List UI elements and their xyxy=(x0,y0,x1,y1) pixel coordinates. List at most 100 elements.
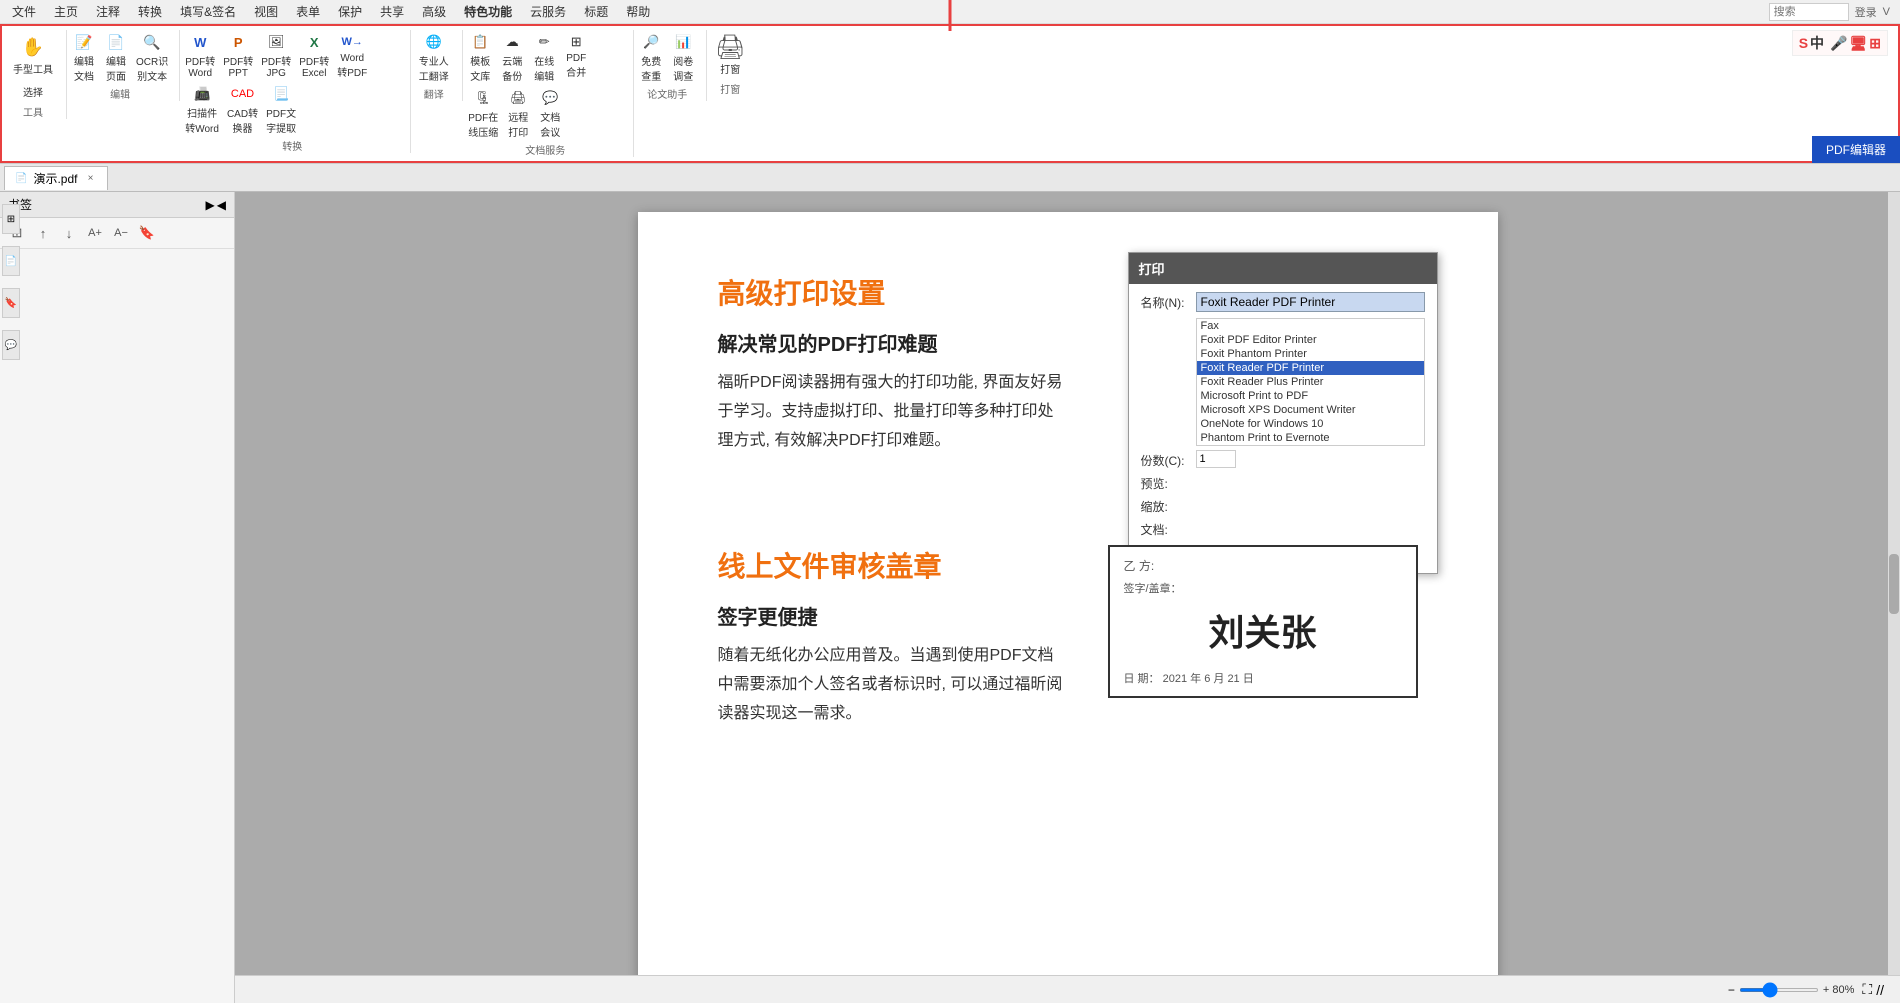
top-right-controls: S 中 🎤 🖥 ⊞ xyxy=(1792,30,1888,56)
menu-help[interactable]: 帮助 xyxy=(618,1,658,22)
online-edit-btn[interactable]: ✏ 在线 编辑 xyxy=(529,30,559,84)
scrollbar-thumb[interactable] xyxy=(1889,554,1899,614)
sidebar-icon-1[interactable]: ⊞ xyxy=(2,204,20,234)
pdf-to-ppt-btn[interactable]: P PDF转 PPT xyxy=(220,30,256,80)
pdf-to-jpg-icon: 🖼 xyxy=(265,31,287,53)
search-input[interactable] xyxy=(1769,3,1849,21)
sogou-s: S xyxy=(1799,35,1808,51)
menu-view[interactable]: 视图 xyxy=(246,1,286,22)
printer-foxit-reader[interactable]: Foxit Reader PDF Printer xyxy=(1197,361,1424,375)
cloud-backup-btn[interactable]: ☁ 云端 备份 xyxy=(497,30,527,84)
pdf-compress-btn[interactable]: 🗜 PDF在 线压缩 xyxy=(465,86,501,140)
sogou-area: S 中 🎤 🖥 ⊞ xyxy=(1792,30,1888,56)
bookmark-down-btn[interactable]: ↓ xyxy=(58,222,80,244)
menu-protect[interactable]: 保护 xyxy=(330,1,370,22)
doc-meeting-btn[interactable]: 💬 文档 会议 xyxy=(535,86,565,140)
printer-foxit-phantom[interactable]: Foxit Phantom Printer xyxy=(1197,347,1424,361)
word-to-pdf-btn[interactable]: W→ Word 转PDF xyxy=(334,30,370,80)
section2-title: 线上文件审核盖章 xyxy=(718,545,1068,585)
check-icon: 🔎 xyxy=(640,31,662,53)
pdf-to-jpg-btn[interactable]: 🖼 PDF转 JPG xyxy=(258,30,294,80)
doc-tab-close[interactable]: × xyxy=(83,171,97,185)
pdf-scrollbar[interactable] xyxy=(1888,192,1900,975)
free-check-btn[interactable]: 🔎 免费 查重 xyxy=(636,30,666,84)
pdf-to-word-btn[interactable]: W PDF转 Word xyxy=(182,30,218,80)
doc-tab-active[interactable]: 📄 演示.pdf × xyxy=(4,166,108,190)
printer-foxit-editor[interactable]: Foxit PDF Editor Printer xyxy=(1197,333,1424,347)
panel-expand-btn[interactable]: ▶ xyxy=(206,198,215,212)
copies-input[interactable] xyxy=(1196,450,1236,468)
fullscreen-btn[interactable]: ⛶ xyxy=(1862,981,1872,998)
sig-box-visual: 乙 方: 签字/盖章： 刘关张 日 期： 2021 年 6 月 21 日 xyxy=(1108,545,1418,768)
pdf-page: 高级打印设置 解决常见的PDF打印难题 福昕PDF阅读器拥有强大的打印功能, 界… xyxy=(638,212,1498,1003)
pdf-editor-button[interactable]: PDF编辑器 xyxy=(1812,136,1900,163)
print-name-value[interactable]: Foxit Reader PDF Printer xyxy=(1196,292,1425,312)
zoom-value: + 80% xyxy=(1823,984,1855,996)
menu-share[interactable]: 共享 xyxy=(372,1,412,22)
section1-body: 福昕PDF阅读器拥有强大的打印功能, 界面友好易于学习。支持虚拟打印、批量打印等… xyxy=(718,369,1068,455)
ribbon-group-convert: W PDF转 Word P PDF转 PPT 🖼 PDF转 JPG X PDF转… xyxy=(182,30,411,153)
signature-box: 乙 方: 签字/盖章： 刘关张 日 期： 2021 年 6 月 21 日 xyxy=(1108,545,1418,698)
grid-icon[interactable]: ⊞ xyxy=(1869,35,1881,52)
print-preview-row: 预览: xyxy=(1141,473,1425,492)
menu-title[interactable]: 标题 xyxy=(576,1,616,22)
zoom-minus-btn[interactable]: − xyxy=(1728,983,1735,997)
panel-close-btn[interactable]: ◀ xyxy=(217,198,226,212)
cad-to-pdf-btn[interactable]: CAD CAD转 换器 xyxy=(224,82,261,136)
edit-doc-btn[interactable]: 📝 编辑 文档 xyxy=(69,30,99,84)
read-survey-btn[interactable]: 📊 阅卷 调查 xyxy=(668,30,698,84)
bookmark-font-down-btn[interactable]: A− xyxy=(110,222,132,244)
pdf-merge-btn[interactable]: ⊞ PDF 合并 xyxy=(561,30,591,84)
menu-advanced[interactable]: 高级 xyxy=(414,1,454,22)
sidebar-icon-2[interactable]: 📄 xyxy=(2,246,20,276)
ocr-icon: 🔍 xyxy=(141,31,163,53)
print-doc-row: 文档: xyxy=(1141,519,1425,538)
mic-icon[interactable]: 🎤 xyxy=(1830,35,1847,52)
menu-special[interactable]: 特色功能 xyxy=(456,1,520,22)
menu-cloud[interactable]: 云服务 xyxy=(522,1,574,22)
select-tool-btn[interactable]: 选择 xyxy=(8,81,58,102)
printer-onenote[interactable]: OneNote for Windows 10 xyxy=(1197,417,1424,431)
translate-icon: 🌐 xyxy=(423,31,445,53)
edit-page-btn[interactable]: 📄 编辑 页面 xyxy=(101,30,131,84)
cad-icon: CAD xyxy=(232,83,254,105)
login-text[interactable]: 登录 xyxy=(1855,4,1877,20)
printer-ms-pdf[interactable]: Microsoft Print to PDF xyxy=(1197,389,1424,403)
hand-tool-btn[interactable]: ✋ 手型工具 xyxy=(8,30,58,79)
zoom-slider[interactable] xyxy=(1739,988,1819,992)
print-btn[interactable]: 🖨 打窗 xyxy=(711,30,749,79)
printer-fax[interactable]: Fax xyxy=(1197,319,1424,333)
pdf-to-excel-btn[interactable]: X PDF转 Excel xyxy=(296,30,332,80)
print-icon: 🖨 xyxy=(716,33,744,61)
bookmark-up-btn[interactable]: ↑ xyxy=(32,222,54,244)
pdf-area[interactable]: 高级打印设置 解决常见的PDF打印难题 福昕PDF阅读器拥有强大的打印功能, 界… xyxy=(235,192,1900,1003)
bookmark-font-up-btn[interactable]: A+ xyxy=(84,222,106,244)
printer-ms-xps[interactable]: Microsoft XPS Document Writer xyxy=(1197,403,1424,417)
ocr-btn[interactable]: 🔍 OCR识 别文本 xyxy=(133,30,171,84)
doc-tab-name: 演示.pdf xyxy=(33,170,77,187)
pdf-editor-label: PDF编辑器 xyxy=(1826,143,1886,157)
printer-foxit-reader-plus[interactable]: Foxit Reader Plus Printer xyxy=(1197,375,1424,389)
bookmark-tag-btn[interactable]: 🔖 xyxy=(136,222,158,244)
ribbon-group-edit: 📝 编辑 文档 📄 编辑 页面 🔍 OCR识 别文本 编辑 xyxy=(69,30,180,101)
printer-phantom-evernote[interactable]: Phantom Print to Evernote xyxy=(1197,431,1424,445)
pro-translate-btn[interactable]: 🌐 专业人 工翻译 xyxy=(416,30,452,84)
remote-print-btn[interactable]: 🖨 远程 打印 xyxy=(503,86,533,140)
monitor-icon[interactable]: 🖥 xyxy=(1849,35,1867,52)
sidebar-icon-4[interactable]: 💬 xyxy=(2,330,20,360)
menu-fillsign[interactable]: 填写&签名 xyxy=(172,1,244,22)
sig-name: 刘关张 xyxy=(1124,598,1402,662)
template-btn[interactable]: 📋 模板 文库 xyxy=(465,30,495,84)
edit-page-icon: 📄 xyxy=(105,31,127,53)
menu-home[interactable]: 主页 xyxy=(46,1,86,22)
section2-body: 随着无纸化办公应用普及。当遇到使用PDF文档中需要添加个人签名或者标识时, 可以… xyxy=(718,642,1068,728)
menu-annotate[interactable]: 注释 xyxy=(88,1,128,22)
sidebar-icon-3[interactable]: 🔖 xyxy=(2,288,20,318)
menu-file[interactable]: 文件 xyxy=(4,1,44,22)
pdf-to-text-btn[interactable]: 📃 PDF文 字提取 xyxy=(263,82,299,136)
scan-btn[interactable]: 📠 扫描件 转Word xyxy=(182,82,222,136)
menu-form[interactable]: 表单 xyxy=(288,1,328,22)
section1-title: 高级打印设置 xyxy=(718,272,1068,312)
menu-convert[interactable]: 转换 xyxy=(130,1,170,22)
red-arrow xyxy=(920,0,980,34)
